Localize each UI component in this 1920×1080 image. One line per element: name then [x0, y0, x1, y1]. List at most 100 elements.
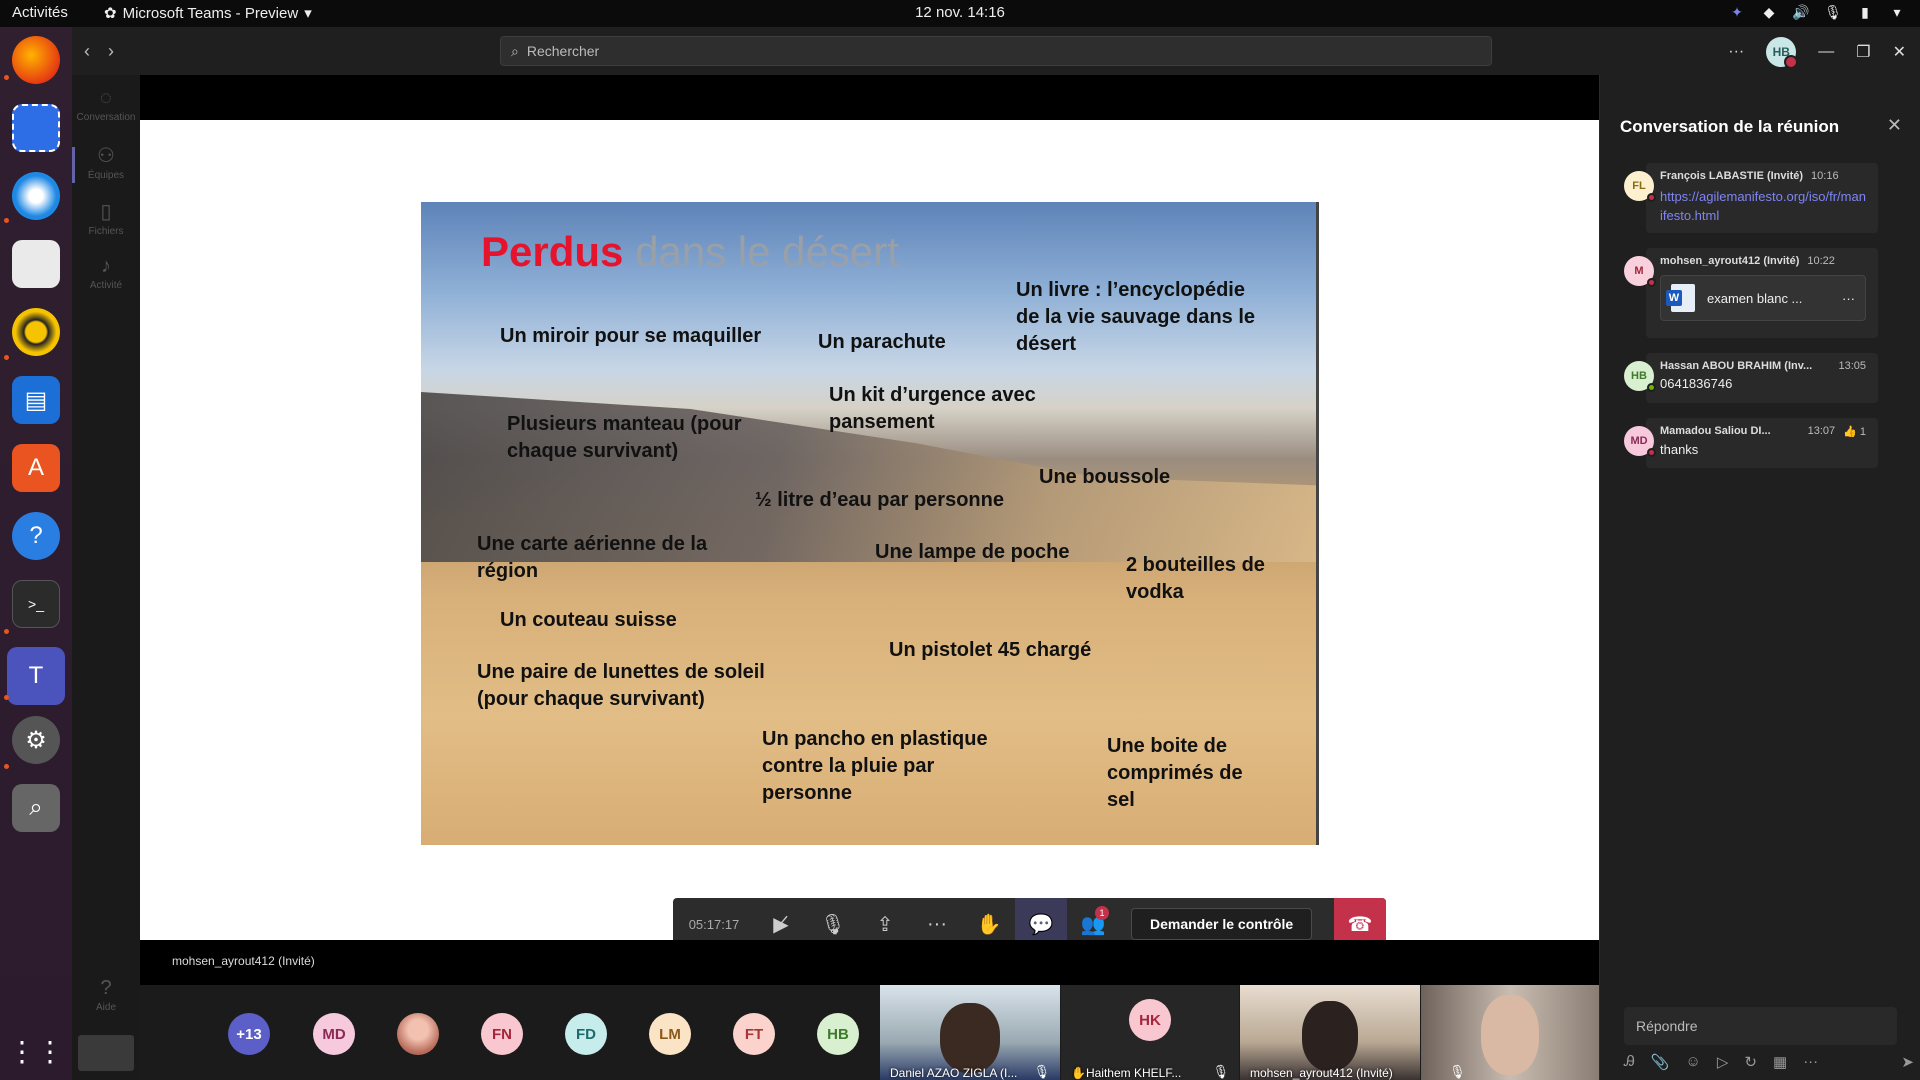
wifi-icon[interactable]: ◆ [1760, 3, 1778, 21]
avatar[interactable]: FT [733, 1013, 775, 1055]
system-top-bar: Activités ✿ Microsoft Teams - Preview ▾ … [0, 0, 1920, 27]
app-menu[interactable]: ✿ Microsoft Teams - Preview ▾ [104, 4, 312, 23]
screenshot-icon[interactable] [12, 104, 60, 152]
running-indicator [4, 629, 9, 634]
presenter-name: mohsen_ayrout412 (Invité) [172, 954, 315, 968]
files-icon[interactable] [12, 240, 60, 288]
more-participants-avatar[interactable]: +13 [228, 1013, 270, 1055]
bell-icon: ♪ [101, 255, 111, 277]
message-header: François LABASTIE (Invité) 10:16 [1660, 170, 1866, 182]
avatar[interactable]: MD [1624, 426, 1656, 457]
help-icon[interactable]: ? [12, 512, 60, 560]
chat-message: Mamadou Saliou DI... 13:07 👍 1 thanks MD [1624, 418, 1880, 468]
avatar[interactable]: LM [649, 1013, 691, 1055]
rail-item-help[interactable]: ? Aide [72, 977, 140, 1013]
activities-button[interactable]: Activités [12, 4, 68, 21]
phone-hangup-icon: ☎ [1347, 913, 1373, 936]
rail-item-label: Fichiers [88, 226, 124, 237]
teams-dock-icon[interactable]: T [7, 647, 65, 705]
video-tile[interactable]: 🎙 [1421, 985, 1599, 1080]
rail-item-conversation[interactable]: ◌ Conversation [72, 87, 140, 123]
thunderbird-icon[interactable] [12, 172, 60, 220]
message-author: François LABASTIE (Invité) [1660, 170, 1804, 182]
call-timer: 05:17:17 [688, 916, 740, 932]
forward-arrow-icon[interactable]: › [108, 41, 114, 62]
history-navigation: ‹ › [84, 41, 114, 62]
slide-item: Une paire de lunettes de soleil (pour ch… [477, 661, 765, 710]
battery-icon[interactable]: ▮ [1856, 3, 1874, 21]
chat-message: Hassan ABOU BRAHIM (Inv... 13:05 0641836… [1624, 353, 1880, 403]
close-icon[interactable]: ✕ [1887, 115, 1902, 136]
avatar[interactable]: FN [481, 1013, 523, 1055]
presentation-slide: Perdus dans le désert Un miroir pour se … [421, 202, 1319, 845]
slide-item: Un livre : l’encyclopédie de la vie sauv… [1016, 279, 1256, 355]
show-apps-icon[interactable]: ⋮⋮ [8, 1027, 64, 1075]
close-icon[interactable]: ✕ [1893, 42, 1906, 62]
avatar[interactable]: FD [565, 1013, 607, 1055]
software-center-icon[interactable]: A [12, 444, 60, 492]
praise-icon[interactable]: ▦ [1773, 1053, 1787, 1071]
back-arrow-icon[interactable]: ‹ [84, 41, 90, 62]
more-icon[interactable]: ··· [1842, 291, 1855, 306]
avatar[interactable]: M [1624, 256, 1656, 287]
tile-name: mohsen_ayrout412 (Invité) [1250, 1066, 1393, 1080]
power-menu-icon[interactable]: ▾ [1888, 3, 1906, 21]
gif-icon[interactable]: ▷ [1717, 1053, 1729, 1071]
search-tool-icon[interactable]: ⌕ [12, 784, 60, 832]
chat-message: mohsen_ayrout412 (Invité) 10:22 examen b… [1624, 248, 1880, 338]
raised-hand-icon: ✋ [1071, 1066, 1086, 1080]
loop-icon[interactable]: ↻ [1744, 1053, 1757, 1071]
system-tray[interactable]: ✦ ◆ 🔊 🎙 ▮ ▾ [1728, 3, 1906, 21]
send-icon[interactable]: ➤ [1901, 1053, 1914, 1071]
message-body: https://agilemanifesto.org/iso/fr/manife… [1660, 187, 1866, 225]
terminal-icon[interactable]: >_ [12, 580, 60, 628]
slide-item: Une lampe de poche [875, 541, 1070, 563]
volume-icon[interactable]: 🔊 [1792, 3, 1810, 21]
message-link[interactable]: https://agilemanifesto.org/iso/fr/manife… [1660, 189, 1866, 223]
mic-off-icon: 🎙 [820, 913, 846, 936]
attach-icon[interactable]: 📎 [1651, 1053, 1670, 1071]
avatar[interactable]: MD [313, 1013, 355, 1055]
rail-item-activity[interactable]: ♪ Activité [72, 255, 140, 291]
video-tile[interactable]: mohsen_ayrout412 (Invité) [1240, 985, 1420, 1080]
rail-item-label: Conversation [76, 112, 136, 123]
avatar[interactable]: HB [817, 1013, 859, 1055]
minimize-icon[interactable]: — [1818, 43, 1834, 61]
restore-icon[interactable]: ❐ [1856, 42, 1870, 62]
slide-item: Plusieurs manteau (pour chaque survivant… [507, 413, 742, 462]
rhythmbox-icon[interactable] [12, 308, 60, 356]
reaction-badge[interactable]: 👍 1 [1843, 425, 1866, 438]
slide-title-red: Perdus [481, 228, 624, 275]
rail-item-teams[interactable]: ⚇ Équipes [72, 143, 140, 183]
avatar-photo[interactable] [397, 1013, 439, 1055]
emoji-icon[interactable]: ☺ [1686, 1053, 1701, 1071]
request-control-button[interactable]: Demander le contrôle [1131, 908, 1313, 940]
more-options-icon[interactable]: ··· [1728, 43, 1744, 61]
slide-item: 2 bouteilles de vodka [1126, 554, 1265, 603]
message-header: mohsen_ayrout412 (Invité) 10:22 [1660, 255, 1866, 267]
teams-icon: ⚇ [97, 145, 115, 167]
camera-off-icon: ▶̸ [773, 913, 789, 936]
teams-tray-icon[interactable]: ✦ [1728, 3, 1746, 21]
search-input[interactable]: ⌕ Rechercher [500, 36, 1492, 66]
avatar[interactable]: HB [1624, 361, 1656, 392]
writer-icon[interactable]: ▤ [12, 376, 60, 424]
firefox-icon[interactable] [12, 36, 60, 84]
format-icon[interactable]: Ꭿ [1624, 1053, 1635, 1071]
slide-item: Un parachute [818, 331, 946, 353]
message-bubble: Hassan ABOU BRAHIM (Inv... 13:05 0641836… [1646, 353, 1878, 403]
settings-icon[interactable]: ⚙ [12, 716, 60, 764]
more-icon[interactable]: ··· [1803, 1053, 1818, 1071]
participant-video [940, 1003, 1000, 1073]
avatar[interactable]: FL [1624, 171, 1656, 202]
rail-item-files[interactable]: ▯ Fichiers [72, 199, 140, 237]
video-tile[interactable]: Daniel AZAO ZIGLA (I... 🎙 [880, 985, 1060, 1080]
tile-name-text: Haithem KHELF... [1085, 1066, 1182, 1080]
device-button[interactable] [78, 1035, 134, 1071]
video-tile[interactable]: HK ✋Haithem KHELF... 🎙 [1061, 985, 1239, 1080]
participant-video [1481, 995, 1539, 1075]
reply-input[interactable]: Répondre [1624, 1007, 1897, 1045]
microphone-icon[interactable]: 🎙 [1824, 3, 1842, 21]
file-attachment[interactable]: examen blanc ... ··· [1660, 275, 1866, 321]
user-avatar[interactable]: HB [1766, 37, 1799, 69]
